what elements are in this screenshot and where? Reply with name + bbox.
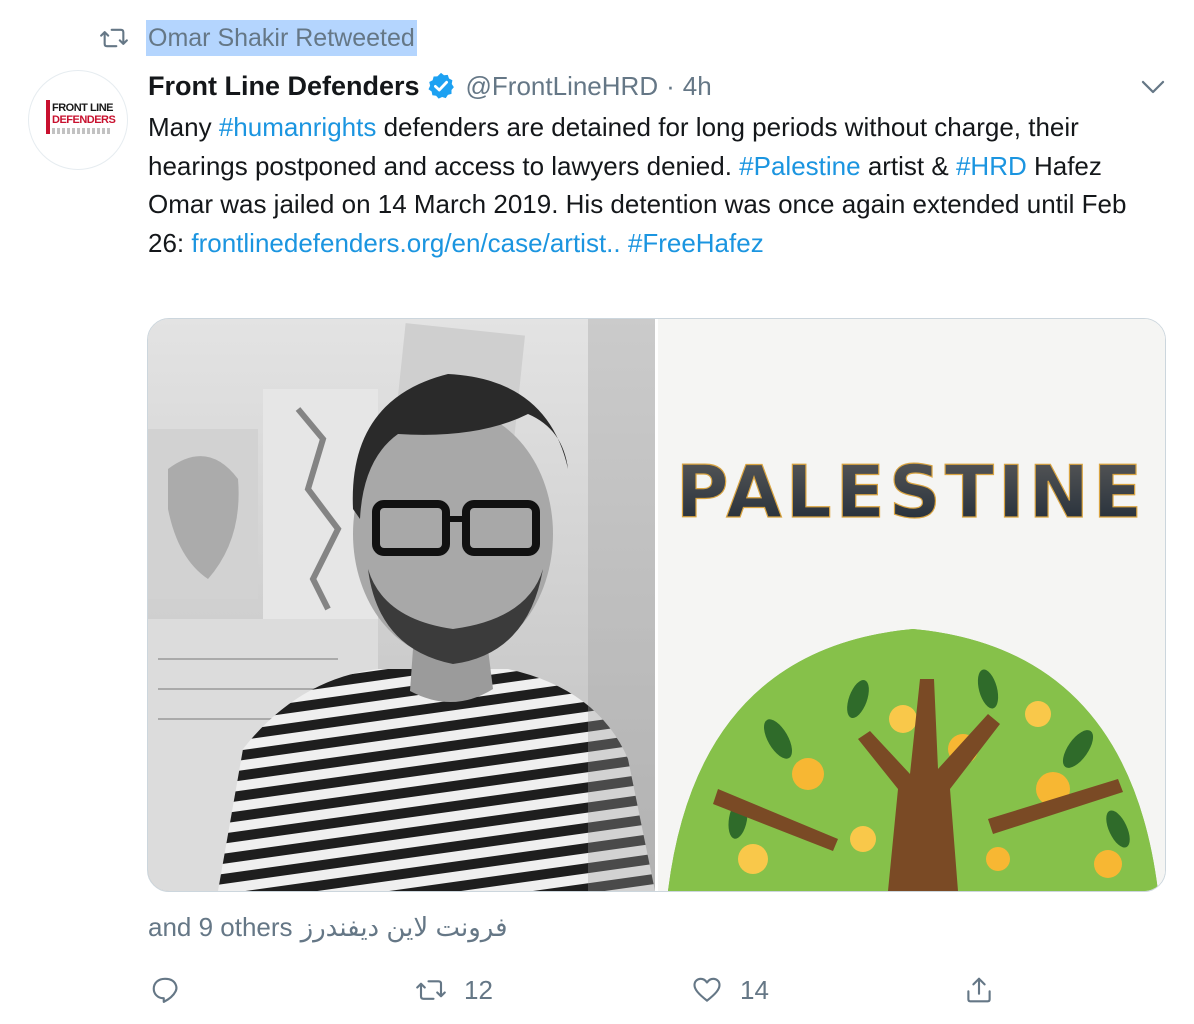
tweet-text-segment bbox=[621, 228, 628, 258]
like-count: 14 bbox=[740, 974, 769, 1005]
tweet-actions: 12 14 bbox=[0, 968, 1194, 1012]
logo-text-line2: DEFENDERS bbox=[52, 114, 116, 126]
url-link[interactable]: frontlinedefenders.org/en/case/artist.. bbox=[191, 228, 620, 258]
retweet-label[interactable]: Omar Shakir Retweeted bbox=[146, 20, 417, 56]
share-button[interactable] bbox=[964, 968, 994, 1012]
retweet-icon bbox=[416, 980, 446, 1000]
retweet-button[interactable]: 12 bbox=[416, 968, 493, 1012]
tweet-header: Front Line Defenders @FrontLineHRD · 4h bbox=[148, 66, 712, 106]
reply-icon bbox=[152, 977, 178, 1003]
logo-bar bbox=[46, 100, 50, 134]
palestine-artwork: PALESTINE bbox=[658, 319, 1165, 891]
tweet-text: Many #humanrights defenders are detained… bbox=[148, 108, 1168, 262]
separator-dot: · bbox=[666, 70, 675, 101]
hashtag-link[interactable]: #Palestine bbox=[739, 151, 860, 181]
timestamp[interactable]: 4h bbox=[683, 71, 712, 102]
avatar[interactable]: FRONT LINE DEFENDERS bbox=[28, 70, 128, 170]
front-line-defenders-logo: FRONT LINE DEFENDERS bbox=[38, 100, 118, 140]
hashtag-link[interactable]: #humanrights bbox=[219, 112, 377, 142]
tweet-text-segment: Many bbox=[148, 112, 219, 142]
media-image-palestine-art[interactable]: PALESTINE bbox=[658, 319, 1165, 891]
share-icon bbox=[967, 977, 991, 1003]
heart-icon bbox=[693, 977, 721, 1002]
logo-subtitle bbox=[52, 128, 112, 134]
media-grid: PALESTINE bbox=[147, 318, 1166, 892]
retweet-count: 12 bbox=[464, 974, 493, 1005]
tweet-card: Omar Shakir Retweeted FRONT LINE DEFENDE… bbox=[0, 0, 1194, 1024]
like-button[interactable]: 14 bbox=[692, 968, 769, 1012]
liked-by-others: and 9 others bbox=[148, 912, 293, 942]
portrait-photo bbox=[148, 319, 655, 891]
handle[interactable]: @FrontLineHRD bbox=[466, 71, 659, 102]
hashtag-link[interactable]: #HRD bbox=[956, 151, 1027, 181]
reply-button[interactable] bbox=[150, 968, 180, 1012]
retweet-icon bbox=[100, 28, 128, 48]
verified-badge-icon bbox=[428, 72, 454, 99]
artwork-title: PALESTINE bbox=[676, 450, 1146, 534]
liked-by-arabic-name: فرونت لاين ديفندرز bbox=[300, 912, 508, 942]
hashtag-link[interactable]: #FreeHafez bbox=[628, 228, 764, 258]
retweet-banner: Omar Shakir Retweeted bbox=[100, 18, 417, 58]
tweet-text-segment: artist & bbox=[860, 150, 956, 181]
media-image-portrait[interactable] bbox=[148, 319, 655, 891]
social-context[interactable]: and 9 others فرونت لاين ديفندرز bbox=[148, 912, 508, 943]
display-name[interactable]: Front Line Defenders bbox=[148, 71, 420, 102]
logo-text-line1: FRONT LINE bbox=[52, 102, 114, 114]
chevron-down-icon[interactable] bbox=[1138, 72, 1168, 102]
